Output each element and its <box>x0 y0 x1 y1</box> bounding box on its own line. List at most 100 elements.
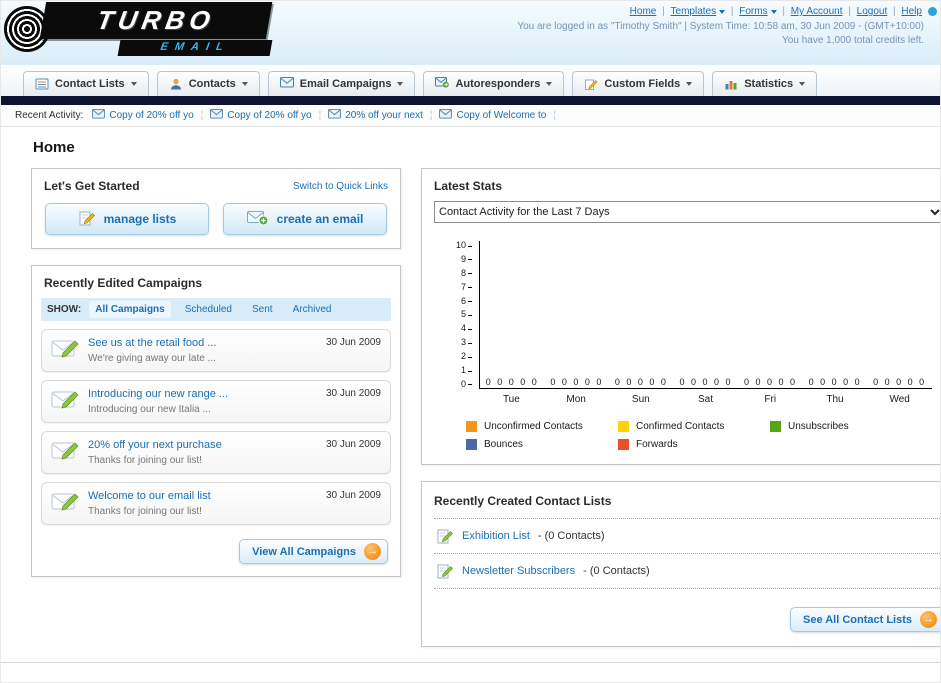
campaign-list-item[interactable]: See us at the retail food ... We're givi… <box>41 329 391 372</box>
create-email-button[interactable]: create an email <box>223 203 387 235</box>
envelope-icon <box>439 109 453 122</box>
credits-info: You have 1,000 total credits left. <box>782 35 924 46</box>
contact-lists-panel: Recently Created Contact Lists Exhibitio… <box>421 481 940 647</box>
contact-activity-chart: 10 9 8 7 6 5 4 3 2 1 0 0 0 0 0 00 0 0 0 00 0 0 0 0… <box>422 237 940 407</box>
x-tick-label: Mon <box>566 394 586 405</box>
manage-lists-label: manage lists <box>103 212 177 226</box>
top-link-templates[interactable]: Templates <box>671 6 726 17</box>
recent-activity-item[interactable]: Copy of Welcome to <box>439 109 546 122</box>
legend-swatch <box>618 439 629 450</box>
tab-archived[interactable]: Archived <box>287 301 338 318</box>
x-tick-label: Sun <box>631 394 650 405</box>
page-title: Home <box>33 139 75 156</box>
legend-label: Unconfirmed Contacts <box>484 421 583 432</box>
contact-list-detail: - (0 Contacts) <box>583 565 650 577</box>
pencil-paper-icon <box>436 527 454 545</box>
nav-tab-label: Statistics <box>744 78 794 90</box>
chevron-down-icon <box>241 82 248 86</box>
top-link-my-account[interactable]: My Account <box>791 6 843 17</box>
value-label-group: 0 0 0 0 0 <box>808 377 862 387</box>
campaign-list-item[interactable]: Welcome to our email list Thanks for joi… <box>41 482 391 525</box>
envelope-icon <box>279 77 294 91</box>
latest-stats-panel: Latest Stats Contact Activity for the La… <box>421 168 940 465</box>
recent-activity-item[interactable]: Copy of 20% off yo <box>92 109 194 122</box>
contact-list-detail: - (0 Contacts) <box>537 530 605 542</box>
y-tick-label: 6 <box>461 296 473 306</box>
contact-list-name-link[interactable]: Newsletter Subscribers <box>462 565 575 577</box>
value-label-group: 0 0 0 0 0 <box>744 377 798 387</box>
campaign-subtitle: Introducing our new Italia ... <box>88 404 211 415</box>
top-link-help[interactable]: Help <box>901 6 922 17</box>
x-tick-label: Wed <box>889 394 910 405</box>
nav-tab-label: Contact Lists <box>55 78 125 90</box>
switch-quick-links-link[interactable]: Switch to Quick Links <box>293 181 388 192</box>
pencil-paper-icon <box>436 562 454 580</box>
value-label-group: 0 0 0 0 0 <box>614 377 668 387</box>
autoresponder-icon <box>435 77 450 91</box>
nav-tab-email-campaigns[interactable]: Email Campaigns <box>267 71 416 96</box>
tab-sent[interactable]: Sent <box>246 301 279 318</box>
recent-activity-item[interactable]: 20% off your next <box>328 109 423 122</box>
value-label-group: 0 0 0 0 0 <box>873 377 927 387</box>
nav-tab-contacts[interactable]: Contacts <box>156 71 260 96</box>
recent-activity-link[interactable]: 20% off your next <box>345 110 423 121</box>
recent-activity-bar: Recent Activity: Copy of 20% off yo ¦ Co… <box>1 105 940 127</box>
recent-activity-link[interactable]: Copy of 20% off yo <box>227 110 311 121</box>
contact-list-item[interactable]: Newsletter Subscribers - (0 Contacts) <box>434 554 940 589</box>
campaign-list-item[interactable]: Introducing our new range ... Introducin… <box>41 380 391 423</box>
campaign-date: 30 Jun 2009 <box>325 337 381 348</box>
chevron-down-icon <box>770 9 777 14</box>
envelope-plus-icon <box>246 210 269 229</box>
recent-activity-link[interactable]: Copy of Welcome to <box>456 110 546 121</box>
nav-tab-custom-fields[interactable]: Custom Fields <box>572 71 705 96</box>
top-link-label: Logout <box>856 6 888 17</box>
pencil-icon <box>584 77 599 91</box>
see-all-contact-lists-button[interactable]: See All Contact Lists → <box>789 607 940 632</box>
top-link-logout[interactable]: Logout <box>857 6 888 17</box>
campaign-title-link[interactable]: Welcome to our email list <box>88 490 317 502</box>
stats-period-select[interactable]: Contact Activity for the Last 7 Days <box>434 201 940 223</box>
campaign-title-link[interactable]: See us at the retail food ... <box>88 337 317 349</box>
y-tick-label: 5 <box>461 310 473 319</box>
top-link-forms[interactable]: Forms <box>739 6 777 17</box>
nav-tab-contact-lists[interactable]: Contact Lists <box>23 71 149 96</box>
nav-tab-statistics[interactable]: Statistics <box>712 71 818 96</box>
campaign-title-link[interactable]: Introducing our new range ... <box>88 388 317 400</box>
recent-activity-item[interactable]: Copy of 20% off yo <box>210 109 312 122</box>
campaign-envelope-pencil-icon <box>51 439 79 463</box>
separator: | <box>848 6 851 17</box>
contact-list-item[interactable]: Exhibition List - (0 Contacts) <box>434 519 940 554</box>
separator: ¦ <box>318 110 322 121</box>
contact-list-name-link[interactable]: Exhibition List <box>462 530 530 542</box>
y-tick-label: 2 <box>461 352 473 361</box>
campaign-list-item[interactable]: 20% off your next purchase Thanks for jo… <box>41 431 391 474</box>
chart-plot-area: 0 0 0 0 0 0 0 0 0 0 0 0 0 0 0 0 0 0 0 0 0 0 … <box>479 241 932 389</box>
campaign-date: 30 Jun 2009 <box>325 439 381 450</box>
top-link-label: My Account <box>790 6 843 17</box>
legend-swatch <box>466 421 477 432</box>
chart-x-axis: Tue Mon Sun Sat Fri Thu Wed <box>479 389 932 405</box>
tab-scheduled[interactable]: Scheduled <box>179 301 238 318</box>
separator: | <box>662 6 665 17</box>
legend-swatch <box>618 421 629 432</box>
decoration-dot <box>928 7 937 16</box>
chevron-down-icon <box>546 82 553 86</box>
campaign-subtitle: We're giving away our late ... <box>88 353 216 364</box>
chevron-down-icon <box>397 82 404 86</box>
campaign-envelope-pencil-icon <box>51 388 79 412</box>
manage-lists-button[interactable]: manage lists <box>45 203 209 235</box>
top-link-label: Home <box>629 6 657 17</box>
tab-all-campaigns[interactable]: All Campaigns <box>89 301 171 318</box>
y-tick-label: 1 <box>461 366 473 375</box>
nav-divider-bar <box>1 96 940 105</box>
top-link-home[interactable]: Home <box>630 6 657 17</box>
y-tick-label: 9 <box>461 254 473 264</box>
chart-y-axis: 10 9 8 7 6 5 4 3 2 1 0 <box>456 241 479 389</box>
envelope-icon <box>92 109 106 122</box>
campaign-title-link[interactable]: 20% off your next purchase <box>88 439 317 451</box>
nav-tab-autoresponders[interactable]: Autoresponders <box>423 71 565 96</box>
nav-tab-label: Autoresponders <box>455 78 541 90</box>
chart-axis-spacer <box>456 389 479 405</box>
view-all-campaigns-button[interactable]: View All Campaigns → <box>239 539 388 564</box>
recent-activity-link[interactable]: Copy of 20% off yo <box>109 110 193 121</box>
